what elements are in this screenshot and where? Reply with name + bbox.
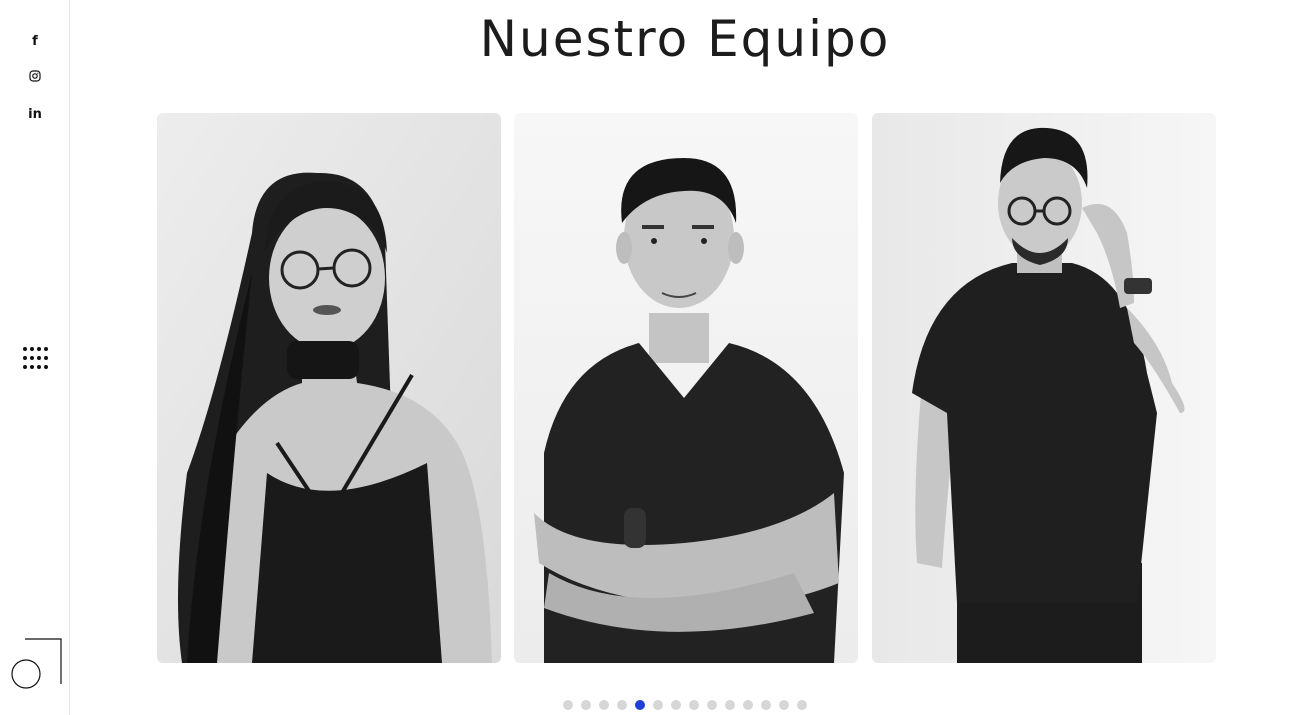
- facebook-icon: f: [32, 34, 38, 49]
- carousel-dot[interactable]: [689, 700, 699, 710]
- carousel-dot[interactable]: [761, 700, 771, 710]
- carousel-dot[interactable]: [671, 700, 681, 710]
- carousel-dot[interactable]: [581, 700, 591, 710]
- facebook-link[interactable]: f: [0, 30, 70, 52]
- carousel-dot[interactable]: [563, 700, 573, 710]
- carousel-dot[interactable]: [635, 700, 645, 710]
- team-card-3[interactable]: [872, 113, 1216, 663]
- team-photo-1: [157, 113, 501, 663]
- carousel-dot[interactable]: [725, 700, 735, 710]
- carousel-dot[interactable]: [599, 700, 609, 710]
- carousel-dot[interactable]: [707, 700, 717, 710]
- carousel-dot[interactable]: [743, 700, 753, 710]
- carousel-dot[interactable]: [797, 700, 807, 710]
- instagram-icon: [29, 70, 41, 82]
- carousel-pagination: [563, 699, 807, 711]
- linkedin-link[interactable]: in: [0, 103, 70, 125]
- page-title: Nuestro Equipo: [479, 10, 891, 68]
- team-card-1[interactable]: [157, 113, 501, 663]
- grid-menu-icon[interactable]: [23, 347, 48, 371]
- team-photo-2: [514, 113, 858, 663]
- team-photo-3: [872, 113, 1216, 663]
- carousel-dot[interactable]: [653, 700, 663, 710]
- carousel-dot[interactable]: [779, 700, 789, 710]
- carousel-dot[interactable]: [617, 700, 627, 710]
- team-card-2[interactable]: [514, 113, 858, 663]
- instagram-link[interactable]: [0, 67, 70, 86]
- brand-logo[interactable]: [10, 638, 64, 690]
- linkedin-icon: in: [28, 107, 42, 122]
- sidebar: f in: [0, 0, 70, 715]
